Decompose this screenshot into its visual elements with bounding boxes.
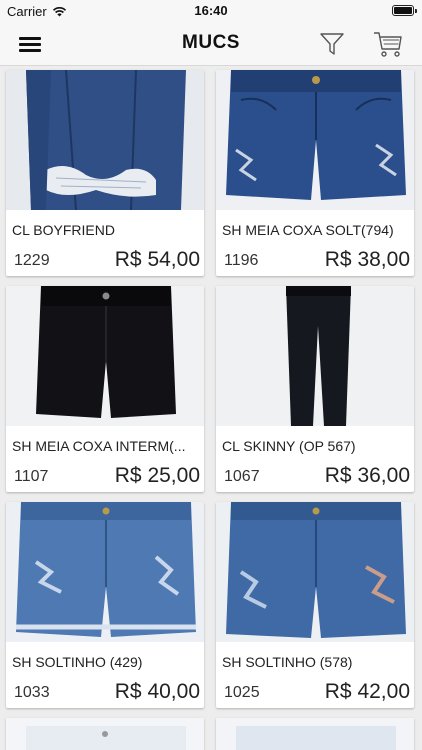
- product-code: 1229: [14, 252, 50, 269]
- cart-button[interactable]: [372, 28, 404, 60]
- status-bar: Carrier 16:40: [0, 0, 422, 22]
- product-image: [216, 70, 414, 210]
- product-image: [216, 502, 414, 642]
- product-price: R$ 36,00: [324, 464, 410, 487]
- product-price: R$ 54,00: [114, 248, 200, 271]
- filter-button[interactable]: [318, 30, 346, 58]
- product-card[interactable]: SH SOLTINHO (429) 1033 R$ 40,00: [6, 502, 204, 708]
- product-card-partial[interactable]: [6, 718, 204, 750]
- product-card-partial[interactable]: [216, 718, 414, 750]
- filter-icon: [320, 33, 344, 55]
- product-name: SH SOLTINHO (578): [222, 654, 353, 670]
- product-code: 1025: [224, 684, 260, 701]
- product-card[interactable]: SH MEIA COXA INTERM(... 1107 R$ 25,00: [6, 286, 204, 492]
- product-code: 1107: [14, 468, 49, 485]
- product-card[interactable]: CL BOYFRIEND 1229 R$ 54,00: [6, 70, 204, 276]
- product-grid: CL BOYFRIEND 1229 R$ 54,00 SH MEIA COXA …: [0, 66, 422, 750]
- product-code: 1196: [224, 252, 259, 269]
- product-image: [6, 286, 204, 426]
- product-code: 1067: [224, 468, 260, 485]
- page-title: MUCS: [182, 32, 240, 53]
- battery-icon: [392, 5, 417, 16]
- cart-icon: [374, 32, 402, 57]
- product-image: [6, 502, 204, 642]
- product-image: [216, 286, 414, 426]
- product-name: SH MEIA COXA INTERM(...: [12, 438, 186, 454]
- product-price: R$ 40,00: [114, 680, 200, 703]
- product-price: R$ 25,00: [114, 464, 200, 487]
- product-code: 1033: [14, 684, 50, 701]
- product-name: CL BOYFRIEND: [12, 222, 115, 238]
- nav-bar: MUCS: [0, 22, 422, 66]
- product-card[interactable]: SH MEIA COXA SOLT(794) 1196 R$ 38,00: [216, 70, 414, 276]
- product-name: SH SOLTINHO (429): [12, 654, 143, 670]
- product-price: R$ 42,00: [324, 680, 410, 703]
- status-time: 16:40: [194, 3, 228, 18]
- product-card[interactable]: SH SOLTINHO (578) 1025 R$ 42,00: [216, 502, 414, 708]
- product-name: SH MEIA COXA SOLT(794): [222, 222, 394, 238]
- product-name: CL SKINNY (OP 567): [222, 438, 356, 454]
- product-price: R$ 38,00: [324, 248, 410, 271]
- product-card[interactable]: CL SKINNY (OP 567) 1067 R$ 36,00: [216, 286, 414, 492]
- product-image: [6, 70, 204, 210]
